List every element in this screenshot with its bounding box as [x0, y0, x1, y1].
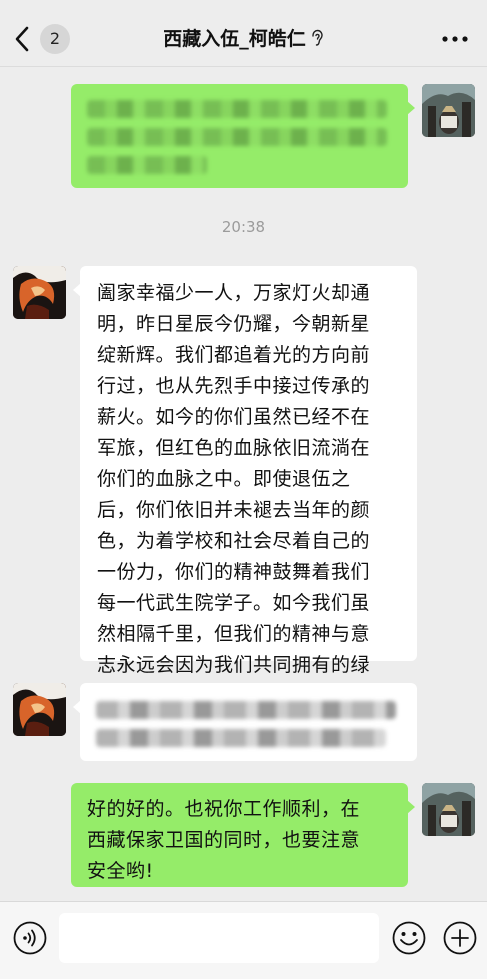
message-text: 好的好的。也祝你工作顺利，在 西藏保家卫国的同时，也要注意 安全哟!	[87, 794, 396, 887]
message-bubble-contact-blurred[interactable]	[80, 683, 417, 761]
avatar-image	[13, 683, 66, 736]
chevron-left-icon	[15, 26, 29, 52]
message-line: 然相隔千里，但我们的精神与意	[97, 623, 371, 645]
redacted-text	[87, 128, 387, 146]
message-line: 你们的血脉之中。即使退伍之	[97, 468, 351, 490]
bubble-tail	[407, 800, 415, 814]
message-bubble-self-blurred[interactable]	[71, 84, 408, 188]
message-line: 西藏保家卫国的同时，也要注意	[87, 829, 361, 851]
avatar-self[interactable]	[422, 84, 475, 137]
ear-icon	[312, 29, 323, 46]
chat-header: 2 西藏入伍_柯皓仁	[0, 0, 487, 67]
avatar-contact[interactable]	[13, 683, 66, 736]
message-line: 好的好的。也祝你工作顺利，在	[87, 798, 361, 820]
message-text: 阖家幸福少一人，万家灯火却通 明，昨日星辰今仍耀，今朝新星 绽新辉。我们都追着光的方…	[97, 278, 403, 712]
unread-count-badge: 2	[40, 24, 70, 54]
message-bubble-contact[interactable]: 阖家幸福少一人，万家灯火却通 明，昨日星辰今仍耀，今朝新星 绽新辉。我们都追着光的方…	[80, 266, 417, 707]
bubble-tail	[407, 101, 415, 115]
avatar-contact[interactable]	[13, 266, 66, 319]
message-line: 色，为着学校和社会尽着自己的	[97, 530, 371, 552]
message-list[interactable]: 20:38 阖家幸福少一人，万家灯火却通 明，昨日星辰今仍耀，今朝新星 绽新辉。我们…	[0, 68, 487, 901]
message-line: 绽新辉。我们都追着光的方向前	[97, 344, 371, 366]
message-input[interactable]	[59, 913, 379, 963]
message-line: 薪火。如今的你们虽然已经不在	[97, 406, 371, 428]
back-button[interactable]: 2	[14, 22, 76, 56]
message-line: 行过，也从先烈手中接过传承的	[97, 375, 371, 397]
chat-title-text: 西藏入伍_柯皓仁	[163, 28, 306, 50]
chat-screen: 2 西藏入伍_柯皓仁 20:38 阖家幸福少一人，万家灯火却通 明，昨日星辰今仍…	[0, 0, 487, 979]
message-timestamp: 20:38	[221, 218, 266, 236]
avatar-image	[13, 266, 66, 319]
plus-icon[interactable]	[443, 921, 477, 955]
avatar-image	[422, 783, 475, 836]
message-line: 明，昨日星辰今仍耀，今朝新星	[97, 313, 371, 335]
message-line: 阖家幸福少一人，万家灯火却通	[97, 282, 371, 304]
message-line: 安全哟!	[87, 860, 154, 882]
input-bar	[0, 901, 487, 979]
redacted-text	[87, 156, 207, 174]
message-line: 军旅，但红色的血脉依旧流淌在	[97, 437, 371, 459]
message-line: 后，你们依旧并未褪去当年的颜	[97, 499, 371, 521]
redacted-text	[96, 729, 386, 747]
message-line: 一份力，你们的精神鼓舞着我们	[97, 561, 371, 583]
avatar-image	[422, 84, 475, 137]
voice-icon[interactable]	[13, 921, 47, 955]
more-dots-icon[interactable]	[441, 30, 469, 48]
redacted-text	[87, 100, 387, 118]
redacted-text	[96, 701, 396, 719]
message-line: 志永远会因为我们共同拥有的绿	[97, 654, 371, 676]
message-bubble-self[interactable]: 好的好的。也祝你工作顺利，在 西藏保家卫国的同时，也要注意 安全哟!	[71, 783, 408, 887]
message-line: 每一代武生院学子。如今我们虽	[97, 592, 371, 614]
emoji-icon[interactable]	[392, 921, 426, 955]
avatar-self[interactable]	[422, 783, 475, 836]
